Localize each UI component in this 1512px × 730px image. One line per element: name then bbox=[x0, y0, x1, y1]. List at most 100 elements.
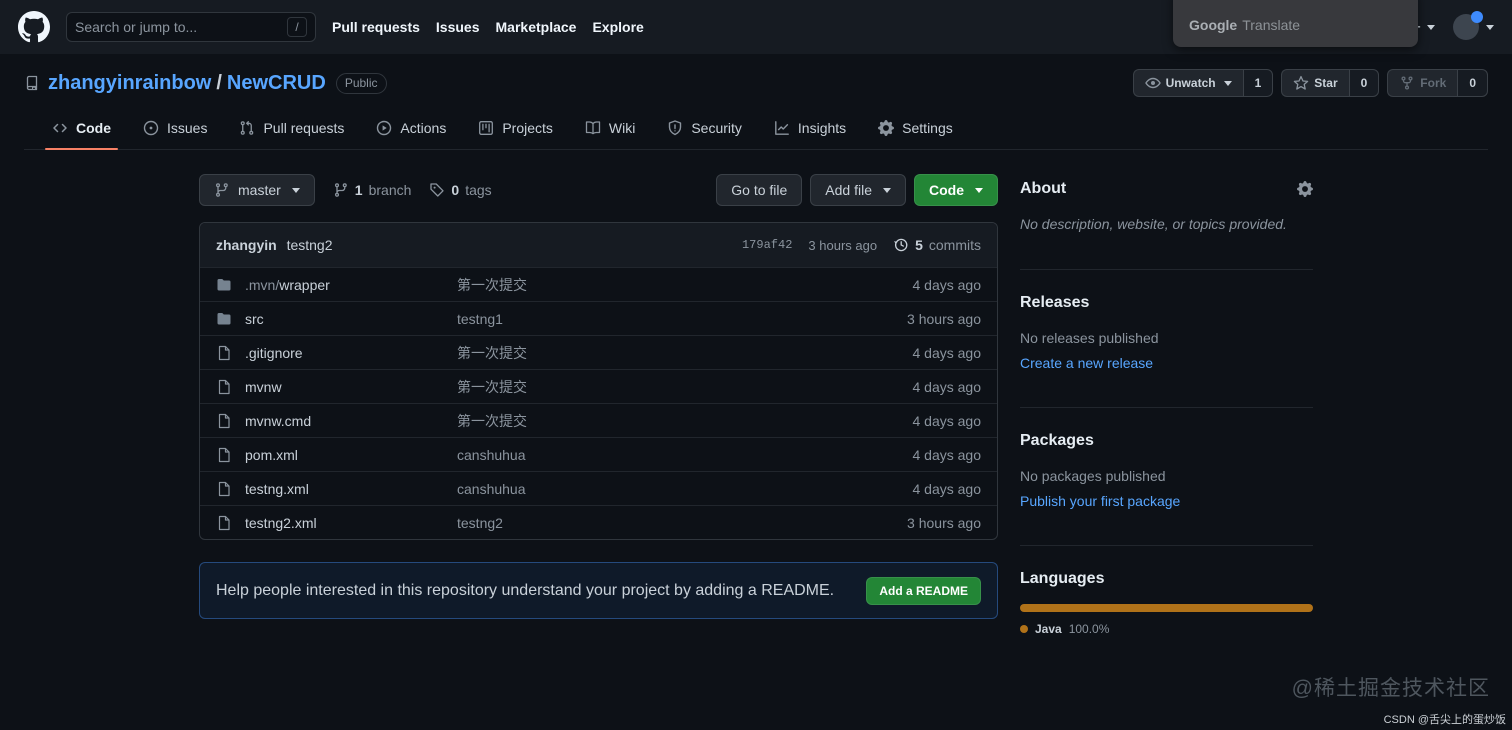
language-bar bbox=[1020, 604, 1313, 612]
create-release-link[interactable]: Create a new release bbox=[1020, 355, 1153, 371]
commit-history-link[interactable]: 5 commits bbox=[893, 237, 981, 253]
tab-actions[interactable]: Actions bbox=[360, 110, 462, 149]
row-commit-link[interactable]: canshuhua bbox=[457, 447, 526, 463]
git-pull-request-icon bbox=[239, 120, 255, 136]
languages-section: Languages Java 100.0% bbox=[1020, 546, 1313, 670]
star-count[interactable]: 0 bbox=[1348, 69, 1380, 97]
user-menu[interactable] bbox=[1453, 11, 1494, 40]
file-icon bbox=[216, 481, 232, 497]
nav-issues[interactable]: Issues bbox=[436, 19, 480, 35]
tab-issues[interactable]: Issues bbox=[127, 110, 223, 149]
avatar[interactable] bbox=[1453, 11, 1483, 40]
go-to-file-button[interactable]: Go to file bbox=[716, 174, 803, 206]
google-translate-popup[interactable]: Google Translate bbox=[1173, 0, 1418, 47]
row-commit-link[interactable]: 第一次提交 bbox=[457, 379, 527, 395]
tab-pull-requests[interactable]: Pull requests bbox=[223, 110, 360, 149]
file-link[interactable]: testng.xml bbox=[245, 481, 309, 497]
star-button[interactable]: Star bbox=[1281, 69, 1349, 97]
language-bar-fill bbox=[1020, 604, 1313, 612]
commit-message-link[interactable]: testng2 bbox=[287, 237, 333, 253]
nav-marketplace[interactable]: Marketplace bbox=[496, 19, 577, 35]
notification-dot bbox=[1471, 11, 1483, 23]
tab-projects[interactable]: Projects bbox=[462, 110, 569, 149]
watch-count[interactable]: 1 bbox=[1242, 69, 1274, 97]
search-box[interactable]: / bbox=[66, 12, 316, 42]
row-age: 3 hours ago bbox=[907, 514, 981, 531]
tab-label: Wiki bbox=[608, 120, 636, 136]
tab-insights[interactable]: Insights bbox=[758, 110, 862, 149]
edit-repo-details-gear-icon[interactable] bbox=[1297, 181, 1313, 197]
nav-pull-requests[interactable]: Pull requests bbox=[332, 19, 420, 35]
row-commit-link[interactable]: 第一次提交 bbox=[457, 277, 527, 293]
graph-icon bbox=[774, 120, 790, 136]
file-icon bbox=[216, 515, 232, 531]
tab-label: Issues bbox=[167, 120, 208, 136]
file-browser: zhangyin testng2 179af42 3 hours ago 5 c… bbox=[199, 222, 998, 540]
tag-count: 0 bbox=[451, 182, 460, 198]
tab-code[interactable]: Code bbox=[36, 110, 127, 150]
packages-section: Packages No packages published Publish y… bbox=[1020, 408, 1313, 546]
search-input[interactable] bbox=[75, 19, 287, 35]
file-link[interactable]: mvnw.cmd bbox=[245, 413, 311, 429]
file-link[interactable]: mvnw bbox=[245, 379, 282, 395]
row-age: 4 days ago bbox=[912, 412, 982, 429]
latest-commit-bar: zhangyin testng2 179af42 3 hours ago 5 c… bbox=[200, 223, 997, 267]
tab-label: Actions bbox=[400, 120, 447, 136]
row-commit-link[interactable]: testng1 bbox=[457, 311, 503, 327]
repo-book-icon bbox=[24, 75, 40, 91]
table-row: testng.xml canshuhua 4 days ago bbox=[200, 471, 997, 505]
row-age: 4 days ago bbox=[912, 276, 982, 293]
language-legend-java[interactable]: Java 100.0% bbox=[1020, 622, 1313, 636]
nav-explore[interactable]: Explore bbox=[592, 19, 643, 35]
repo-name-link[interactable]: NewCRUD bbox=[227, 72, 326, 95]
add-file-button[interactable]: Add file bbox=[810, 174, 906, 206]
row-age: 3 hours ago bbox=[907, 310, 981, 327]
language-name: Java bbox=[1035, 622, 1062, 636]
branches-link[interactable]: 1 branch bbox=[333, 182, 411, 198]
repo-owner-link[interactable]: zhangyinrainbow bbox=[48, 72, 211, 95]
repo-tabs: Code Issues Pull requests Actions Projec… bbox=[24, 110, 1488, 150]
fork-button[interactable]: Fork bbox=[1387, 69, 1458, 97]
row-commit-link[interactable]: canshuhua bbox=[457, 481, 526, 497]
row-commit-link[interactable]: testng2 bbox=[457, 515, 503, 531]
tab-label: Pull requests bbox=[263, 120, 345, 136]
file-link[interactable]: .gitignore bbox=[245, 345, 303, 361]
table-row: mvnw.cmd 第一次提交 4 days ago bbox=[200, 403, 997, 437]
watermark-csdn: CSDN @舌尖上的蛋炒饭 bbox=[1383, 714, 1506, 726]
file-icon bbox=[216, 379, 232, 395]
tab-security[interactable]: Security bbox=[651, 110, 758, 149]
commit-hash-link[interactable]: 179af42 bbox=[742, 238, 792, 252]
tags-link[interactable]: 0 tags bbox=[429, 182, 492, 198]
releases-title: Releases bbox=[1020, 294, 1090, 311]
file-link[interactable]: src bbox=[245, 311, 264, 327]
page-title: zhangyinrainbow / NewCRUD bbox=[48, 72, 326, 95]
unwatch-button[interactable]: Unwatch bbox=[1132, 69, 1243, 97]
google-translate-label: Google bbox=[1189, 16, 1238, 33]
row-commit-link[interactable]: 第一次提交 bbox=[457, 345, 527, 361]
releases-empty-text: No releases published bbox=[1020, 330, 1159, 346]
tab-wiki[interactable]: Wiki bbox=[569, 110, 651, 149]
table-row: mvnw 第一次提交 4 days ago bbox=[200, 369, 997, 403]
github-logo-icon[interactable] bbox=[18, 11, 50, 43]
readme-banner-text: Help people interested in this repositor… bbox=[216, 581, 835, 599]
tab-settings[interactable]: Settings bbox=[862, 110, 969, 149]
fork-label: Fork bbox=[1420, 76, 1447, 90]
search-shortcut-key: / bbox=[287, 17, 307, 37]
fork-count[interactable]: 0 bbox=[1457, 69, 1488, 97]
commit-author-link[interactable]: zhangyin bbox=[216, 237, 277, 253]
about-section: About No description, website, or topics… bbox=[1020, 174, 1313, 270]
table-row: .gitignore 第一次提交 4 days ago bbox=[200, 335, 997, 369]
visibility-badge: Public bbox=[335, 72, 387, 94]
code-download-button[interactable]: Code bbox=[914, 174, 998, 206]
add-readme-button[interactable]: Add a README bbox=[866, 576, 981, 605]
file-link[interactable]: .mvn/wrapper bbox=[245, 277, 330, 293]
publish-package-link[interactable]: Publish your first package bbox=[1020, 493, 1180, 509]
file-link[interactable]: pom.xml bbox=[245, 447, 298, 463]
language-dot bbox=[1020, 625, 1028, 633]
branch-selector-button[interactable]: master bbox=[199, 174, 315, 206]
book-icon bbox=[585, 120, 601, 136]
row-commit-link[interactable]: 第一次提交 bbox=[457, 413, 527, 429]
unwatch-label: Unwatch bbox=[1165, 76, 1216, 90]
table-row: pom.xml canshuhua 4 days ago bbox=[200, 437, 997, 471]
file-link[interactable]: testng2.xml bbox=[245, 515, 317, 531]
